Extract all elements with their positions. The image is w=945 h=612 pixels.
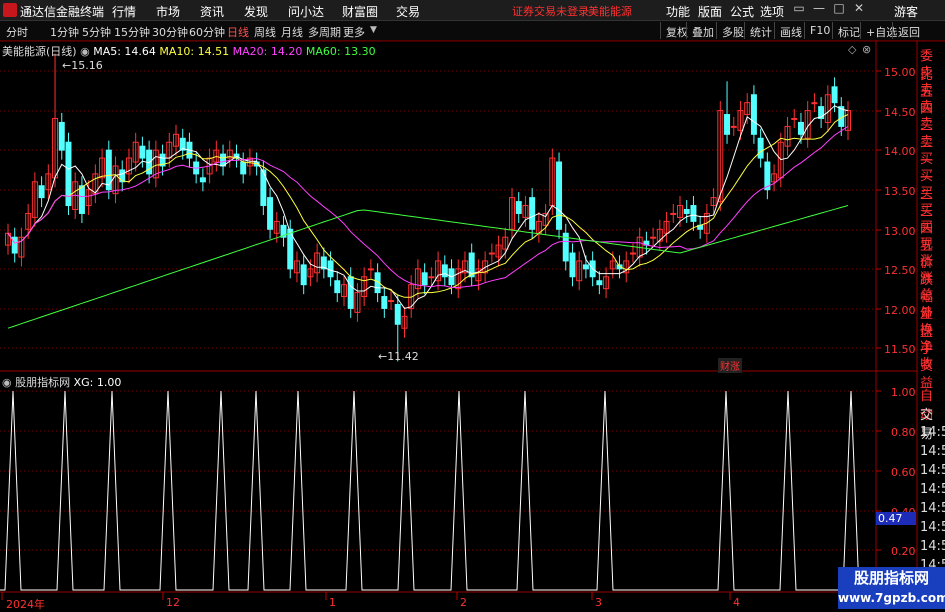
watermark-url: www.7gpzb.com (838, 591, 945, 605)
ma20-label: MA20: 14.20 (232, 45, 303, 58)
candle-body (670, 212, 677, 215)
candle-body (582, 264, 589, 270)
candle-body (690, 205, 697, 222)
candle-body (267, 197, 274, 230)
candle-body (428, 276, 435, 279)
candle-body (381, 296, 388, 309)
candle-body (556, 161, 563, 230)
ma10-label: MA10: 14.51 (159, 45, 230, 58)
ind-tick: 0.60 (891, 466, 916, 479)
price-tick: 15.00 (884, 66, 916, 79)
candle-body (730, 125, 737, 128)
ma5-line (7, 105, 849, 309)
diamond-icon[interactable]: ◇ (848, 43, 856, 56)
ind-tick: 0.20 (891, 545, 916, 558)
candle-body (724, 114, 731, 135)
candle-body (757, 137, 764, 159)
candle-body (421, 272, 428, 286)
time-label: 14:56 (920, 501, 945, 516)
candle-body (78, 185, 85, 214)
ind-tick: 0.80 (891, 426, 916, 439)
candle-body (58, 121, 65, 151)
candle-body (300, 264, 307, 286)
candle-body (831, 86, 838, 104)
xg-value: XG: 1.00 (73, 376, 122, 389)
time-label: 14:56 (920, 425, 945, 440)
candle-body (394, 303, 401, 325)
xg-indicator-line (0, 390, 876, 591)
date-label: 2024年 (6, 598, 45, 611)
candle-body (750, 94, 757, 135)
date-label: 4 (733, 596, 740, 609)
price-tick: 13.00 (884, 225, 916, 238)
candle-body (367, 268, 374, 271)
candle-body (199, 177, 206, 183)
kline-chart[interactable] (0, 0, 945, 609)
finance-badge[interactable]: 财涨 (718, 358, 742, 373)
main-chart-info: 美能能源(日线) ◉ MA5: 14.64 MA10: 14.51 MA20: … (2, 43, 376, 59)
collapse-icon[interactable]: ⊗ (862, 43, 871, 56)
cursor-value-badge: 0.47 (876, 512, 916, 525)
candle-body (596, 280, 603, 286)
price-tick: 11.50 (884, 343, 916, 356)
candle-body (629, 252, 636, 255)
candle-body (791, 117, 798, 120)
indicator-info: ◉ 股朋指标网 XG: 1.00 (2, 374, 121, 390)
candle-body (515, 201, 522, 214)
date-label: 3 (595, 596, 602, 609)
date-label: 12 (166, 596, 180, 609)
watermark-logo: 股朋指标网 www.7gpzb.com (838, 567, 945, 609)
price-tick: 14.00 (884, 145, 916, 158)
date-label: 2 (460, 596, 467, 609)
candle-body (441, 264, 448, 278)
time-label: 14:56 (920, 444, 945, 459)
candle-body (327, 260, 334, 278)
candle-body (683, 209, 690, 214)
candle-body (388, 300, 395, 303)
time-label: 14:56 (920, 539, 945, 554)
time-label: 14:56 (920, 463, 945, 478)
candle-body (347, 276, 354, 309)
candle-body (811, 102, 818, 105)
high-price-label: 15.16 (71, 59, 103, 72)
watermark-title: 股朋指标网 (853, 569, 929, 587)
candle-body (38, 185, 45, 199)
candle-body (569, 252, 576, 278)
time-label: 14:56 (920, 482, 945, 497)
indicator-title: 股朋指标网 (15, 376, 71, 389)
settings-icon[interactable]: ◉ (2, 376, 12, 389)
candle-body (797, 121, 804, 135)
price-tick: 12.00 (884, 304, 916, 317)
date-label: 1 (329, 596, 336, 609)
chart-title: 美能能源(日线) (2, 45, 77, 58)
price-tick: 12.50 (884, 264, 916, 277)
candle-body (334, 280, 341, 294)
candle-body (240, 161, 247, 175)
ma60-label: MA60: 13.30 (305, 45, 376, 58)
high-marker: ←15.16 (62, 59, 103, 72)
time-label: 14:56 (920, 520, 945, 535)
ind-tick: 1.00 (891, 386, 916, 399)
candle-body (529, 197, 536, 230)
candle-body (139, 145, 146, 159)
low-price-label: 11.42 (387, 350, 419, 363)
price-tick: 14.50 (884, 106, 916, 119)
low-marker: ←11.42 (378, 350, 419, 363)
ma60-line (7, 205, 849, 329)
candle-body (650, 236, 657, 239)
settings-icon[interactable]: ◉ (80, 45, 90, 58)
price-tick: 13.50 (884, 185, 916, 198)
ma20-line (7, 125, 849, 288)
ma5-label: MA5: 14.64 (93, 45, 156, 58)
candle-body (105, 149, 112, 191)
candle-body (11, 236, 18, 254)
candle-body (488, 252, 495, 255)
